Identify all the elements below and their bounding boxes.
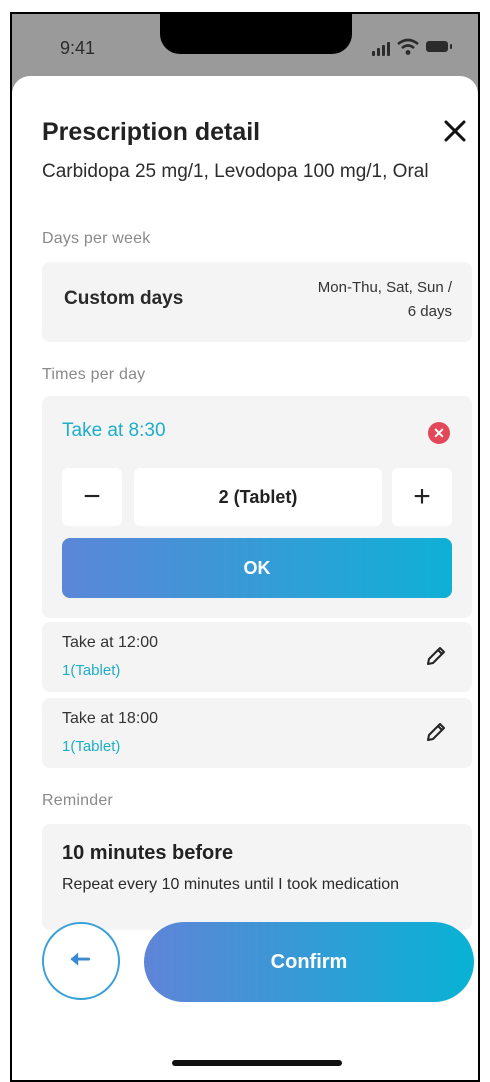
ok-button[interactable]: OK [62,538,452,598]
time-row[interactable]: Take at 12:00 1(Tablet) [42,622,472,692]
wifi-icon [397,38,419,55]
phone-frame: 9:41 Prescription detail Carbidopa 25 mg… [10,12,480,1082]
days-per-week-label: Days per week [42,230,151,247]
dose-editor-card: Take at 8:30 ✕ − 2 (Tablet) + OK [42,396,472,618]
days-per-week-card[interactable]: Custom days Mon-Thu, Sat, Sun / 6 days [42,262,472,342]
status-time: 9:41 [60,38,96,58]
reminder-detail: Repeat every 10 minutes until I took med… [62,876,400,893]
drug-name: Carbidopa 25 mg/1, Levodopa 100 mg/1, Or… [42,161,429,182]
signal-icon [372,42,390,56]
days-mode: Custom days [64,288,184,309]
time-row-dose: 1(Tablet) [62,662,121,679]
quantity-display: 2 (Tablet) [134,468,382,526]
remove-time-icon[interactable]: ✕ [428,422,450,444]
battery-icon [426,41,452,52]
time-row-title: Take at 12:00 [62,634,159,651]
home-indicator [172,1060,342,1066]
days-value-line1: Mon-Thu, Sat, Sun / [317,279,452,296]
reminder-card[interactable]: 10 minutes before Repeat every 10 minute… [42,824,472,930]
days-value-line2: 6 days [407,303,452,320]
times-per-day-label: Times per day [42,366,146,383]
reminder-title: 10 minutes before [62,842,234,864]
increase-button[interactable]: + [392,468,452,526]
time-row-dose: 1(Tablet) [62,738,121,755]
days-value: Mon-Thu, Sat, Sun / 6 days [318,276,452,324]
arrow-left-icon [70,952,91,966]
editing-time-title[interactable]: Take at 8:30 [62,420,166,442]
notch [160,14,352,54]
reminder-label: Reminder [42,792,113,809]
pencil-icon[interactable] [424,720,448,744]
pencil-icon[interactable] [424,644,448,668]
time-row[interactable]: Take at 18:00 1(Tablet) [42,698,472,768]
prescription-sheet: Prescription detail Carbidopa 25 mg/1, L… [12,76,478,1080]
page-title: Prescription detail [42,118,261,146]
close-icon[interactable] [440,116,470,146]
back-button[interactable] [42,922,120,1000]
status-bar: 9:41 [12,14,478,76]
confirm-button[interactable]: Confirm [144,922,474,1002]
time-row-title: Take at 18:00 [62,710,159,727]
decrease-button[interactable]: − [62,468,122,526]
